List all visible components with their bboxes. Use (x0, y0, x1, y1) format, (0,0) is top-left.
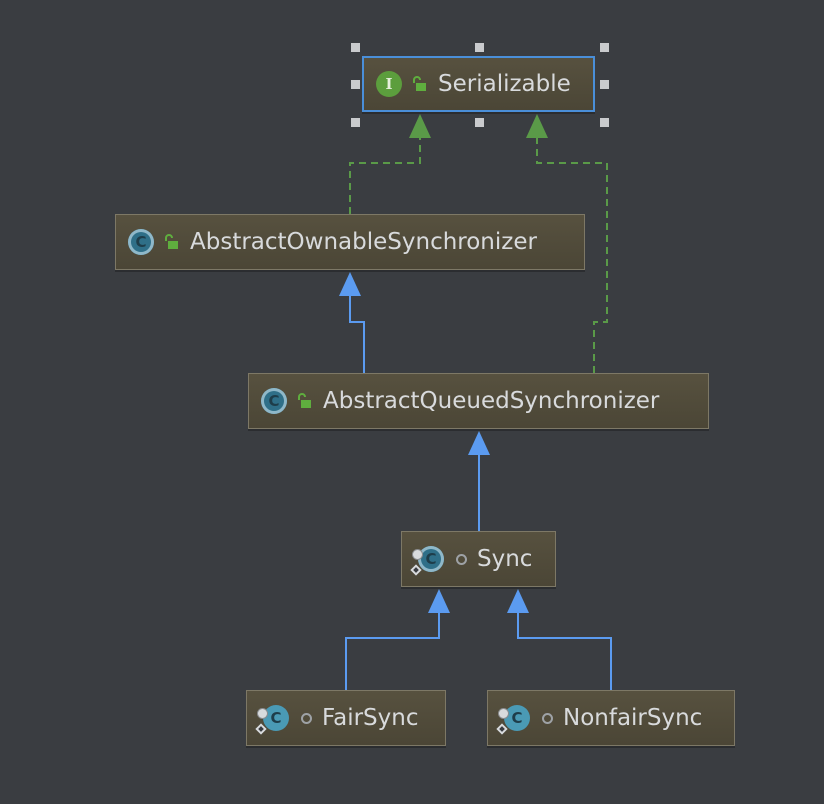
static-abstract-class-icon: C (410, 546, 444, 576)
static-badge-icon (412, 549, 423, 560)
arrowhead-nonfairsync-sync (507, 589, 529, 613)
public-lock-icon (413, 76, 426, 91)
selection-handle[interactable] (351, 80, 360, 89)
uml-diagram-canvas[interactable]: I Serializable C AbstractOwnableSynchron… (0, 0, 824, 804)
interface-icon: I (376, 71, 402, 97)
edge-aqs-extends-aos (349, 296, 365, 373)
node-label: Serializable (438, 71, 571, 97)
final-badge-icon (255, 723, 267, 735)
selection-handle[interactable] (600, 118, 609, 127)
arrowhead-aos-serializable (409, 114, 431, 138)
arrowhead-fairsync-sync (428, 589, 450, 613)
edge-fairsync-extends-sync (345, 613, 440, 690)
node-serializable[interactable]: I Serializable (362, 56, 595, 112)
static-final-class-icon: C (255, 705, 289, 735)
selection-handle[interactable] (351, 118, 360, 127)
node-abstract-queued-synchronizer[interactable]: C AbstractQueuedSynchronizer (248, 373, 709, 429)
arrowhead-sync-aqs (468, 431, 490, 455)
static-final-class-icon: C (496, 705, 530, 735)
selection-handle[interactable] (600, 80, 609, 89)
node-label: NonfairSync (563, 705, 703, 731)
node-fairsync[interactable]: C FairSync (246, 690, 446, 746)
final-badge-icon (496, 723, 508, 735)
abstract-class-icon: C (261, 388, 287, 414)
selection-handle[interactable] (475, 43, 484, 52)
selection-handle[interactable] (475, 118, 484, 127)
public-lock-icon (165, 234, 178, 249)
selection-handle[interactable] (600, 43, 609, 52)
node-label: AbstractQueuedSynchronizer (323, 388, 660, 414)
edge-aos-implements-serializable (349, 138, 421, 214)
public-lock-icon (298, 393, 311, 408)
node-nonfairsync[interactable]: C NonfairSync (487, 690, 735, 746)
lock-badge-icon (410, 564, 422, 576)
node-label: Sync (477, 546, 533, 572)
selection-handle[interactable] (351, 43, 360, 52)
package-private-icon (456, 553, 467, 565)
node-sync[interactable]: C Sync (401, 531, 556, 587)
node-abstract-ownable-synchronizer[interactable]: C AbstractOwnableSynchronizer (115, 214, 585, 270)
node-label: FairSync (322, 705, 419, 731)
edge-nonfairsync-extends-sync (517, 613, 612, 690)
abstract-class-icon: C (128, 229, 154, 255)
static-badge-icon (498, 708, 509, 719)
package-private-icon (301, 712, 312, 724)
static-badge-icon (257, 708, 268, 719)
arrowhead-aqs-serializable (526, 114, 548, 138)
arrowhead-aqs-aos (339, 272, 361, 296)
package-private-icon (542, 712, 553, 724)
node-label: AbstractOwnableSynchronizer (190, 229, 537, 255)
